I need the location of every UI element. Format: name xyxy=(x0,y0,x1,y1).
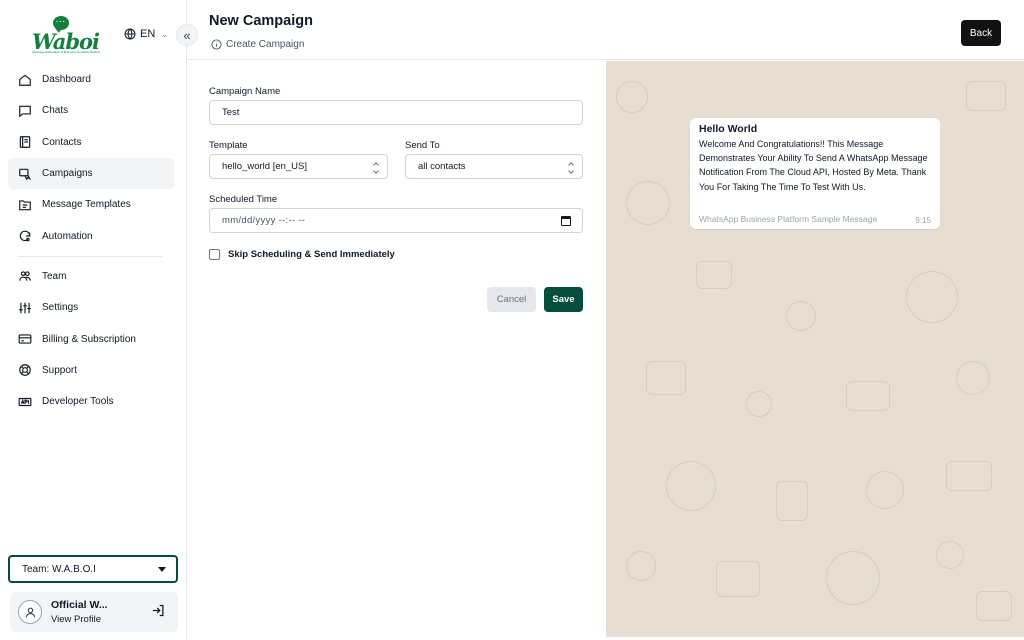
view-profile-link[interactable]: View Profile xyxy=(51,614,108,625)
sidebar-item-support[interactable]: Support xyxy=(8,355,174,386)
skip-scheduling-checkbox[interactable] xyxy=(209,249,220,260)
sidebar-item-chats[interactable]: Chats xyxy=(8,95,174,126)
sidebar-item-label: Campaigns xyxy=(42,168,93,180)
api-icon xyxy=(18,395,32,409)
template-label: Template xyxy=(209,140,248,151)
campaign-name-value: Test xyxy=(222,107,240,118)
sidebar-item-campaigns[interactable]: Campaigns xyxy=(8,157,174,190)
page-title: New Campaign xyxy=(209,13,313,29)
sidebar-item-label: Support xyxy=(42,364,78,376)
profile-card[interactable]: Official W... View Profile xyxy=(10,592,178,632)
chat-icon xyxy=(18,104,32,118)
template-select-value: hello_world [en_US] xyxy=(222,161,308,172)
sidebar-item-label: Chats xyxy=(42,105,69,117)
page-subtitle: Create Campaign xyxy=(211,39,304,50)
send-to-label: Send To xyxy=(405,140,440,151)
scheduled-time-label: Scheduled Time xyxy=(209,194,278,205)
team-icon xyxy=(18,269,32,283)
language-selector[interactable]: EN ⌄ xyxy=(124,28,168,40)
back-button[interactable]: Back xyxy=(961,20,1001,46)
contacts-icon xyxy=(18,135,32,149)
sidebar-item-label: Dashboard xyxy=(42,74,91,86)
sidebar-item-message-templates[interactable]: Message Templates xyxy=(8,189,174,220)
page-header: New Campaign Create Campaign Back xyxy=(188,0,1024,60)
sidebar-item-contacts[interactable]: Contacts xyxy=(8,127,174,158)
sidebar-divider xyxy=(18,255,162,257)
scheduled-time-placeholder: mm/dd/yyyy --:-- -- xyxy=(222,215,306,226)
campaign-name-input[interactable]: Test xyxy=(209,100,583,125)
sidebar-item-label: Developer Tools xyxy=(42,396,114,408)
page-subtitle-text: Create Campaign xyxy=(226,39,305,50)
select-arrows-icon xyxy=(373,161,379,174)
campaign-name-label: Campaign Name xyxy=(209,86,281,97)
sidebar-item-settings[interactable]: Settings xyxy=(8,292,174,323)
chevron-down-icon: ⌄ xyxy=(161,29,168,39)
template-icon xyxy=(18,198,32,212)
sliders-icon xyxy=(18,301,32,315)
lifebuoy-icon xyxy=(18,363,32,377)
save-button[interactable]: Save xyxy=(544,287,583,312)
message-preview-panel: Hello World Welcome And Congratulations!… xyxy=(606,61,1024,637)
scheduled-time-input[interactable]: mm/dd/yyyy --:-- -- xyxy=(209,208,583,233)
caret-down-icon xyxy=(158,566,166,572)
skip-scheduling-row[interactable]: Skip Scheduling & Send Immediately xyxy=(209,249,395,260)
select-arrows-icon xyxy=(568,161,574,174)
sidebar: ··· Waboi Message Automation & Business … xyxy=(0,0,198,640)
sidebar-item-automation[interactable]: Automation xyxy=(8,220,174,251)
avatar xyxy=(18,600,42,624)
template-select[interactable]: hello_world [en_US] xyxy=(209,154,388,179)
campaign-icon xyxy=(18,167,32,181)
sidebar-item-label: Contacts xyxy=(42,136,82,148)
message-body: Welcome And Congratulations!! This Messa… xyxy=(699,139,928,192)
card-icon xyxy=(18,332,32,346)
skip-scheduling-label: Skip Scheduling & Send Immediately xyxy=(228,249,395,260)
sidebar-item-dashboard[interactable]: Dashboard xyxy=(8,64,174,95)
waboi-logo[interactable]: ··· Waboi Message Automation & Business … xyxy=(30,16,102,56)
message-title: Hello World xyxy=(699,123,758,135)
sidebar-item-billing[interactable]: Billing & Subscription xyxy=(8,323,174,354)
language-code: EN xyxy=(140,28,156,40)
automation-icon xyxy=(18,229,32,243)
info-icon xyxy=(211,39,222,50)
sidebar-item-developer-tools[interactable]: Developer Tools xyxy=(8,386,174,417)
profile-name: Official W... xyxy=(51,599,108,611)
home-icon xyxy=(18,73,32,87)
logo-tagline: Message Automation & Business Contacts M… xyxy=(32,50,100,54)
sidebar-nav: Dashboard Chats Contacts Campaigns Messa… xyxy=(8,64,174,417)
sidebar-item-team[interactable]: Team xyxy=(8,261,174,292)
message-bubble: Hello World Welcome And Congratulations!… xyxy=(690,118,940,229)
send-to-select[interactable]: all contacts xyxy=(405,154,583,179)
sidebar-item-label: Message Templates xyxy=(42,199,131,211)
globe-icon xyxy=(124,28,136,40)
sidebar-item-label: Settings xyxy=(42,302,79,314)
sidebar-item-label: Billing & Subscription xyxy=(42,333,136,345)
logout-icon[interactable] xyxy=(151,603,166,618)
double-chevron-left-icon: « xyxy=(183,27,191,43)
message-time: 9:15 xyxy=(915,216,931,225)
sidebar-item-label: Automation xyxy=(42,230,93,242)
collapse-sidebar-button[interactable]: « xyxy=(176,24,198,46)
send-to-select-value: all contacts xyxy=(418,161,466,172)
team-select[interactable]: Team: W.A.B.O.I xyxy=(8,555,178,583)
cancel-button[interactable]: Cancel xyxy=(487,287,536,312)
team-select-value: Team: W.A.B.O.I xyxy=(22,563,96,575)
message-footer: WhatsApp Business Platform Sample Messag… xyxy=(699,214,878,224)
calendar-icon[interactable] xyxy=(561,216,571,226)
user-icon xyxy=(25,607,35,617)
logo-chat-bubble-icon: ··· xyxy=(53,16,69,33)
sidebar-item-label: Team xyxy=(42,270,67,282)
